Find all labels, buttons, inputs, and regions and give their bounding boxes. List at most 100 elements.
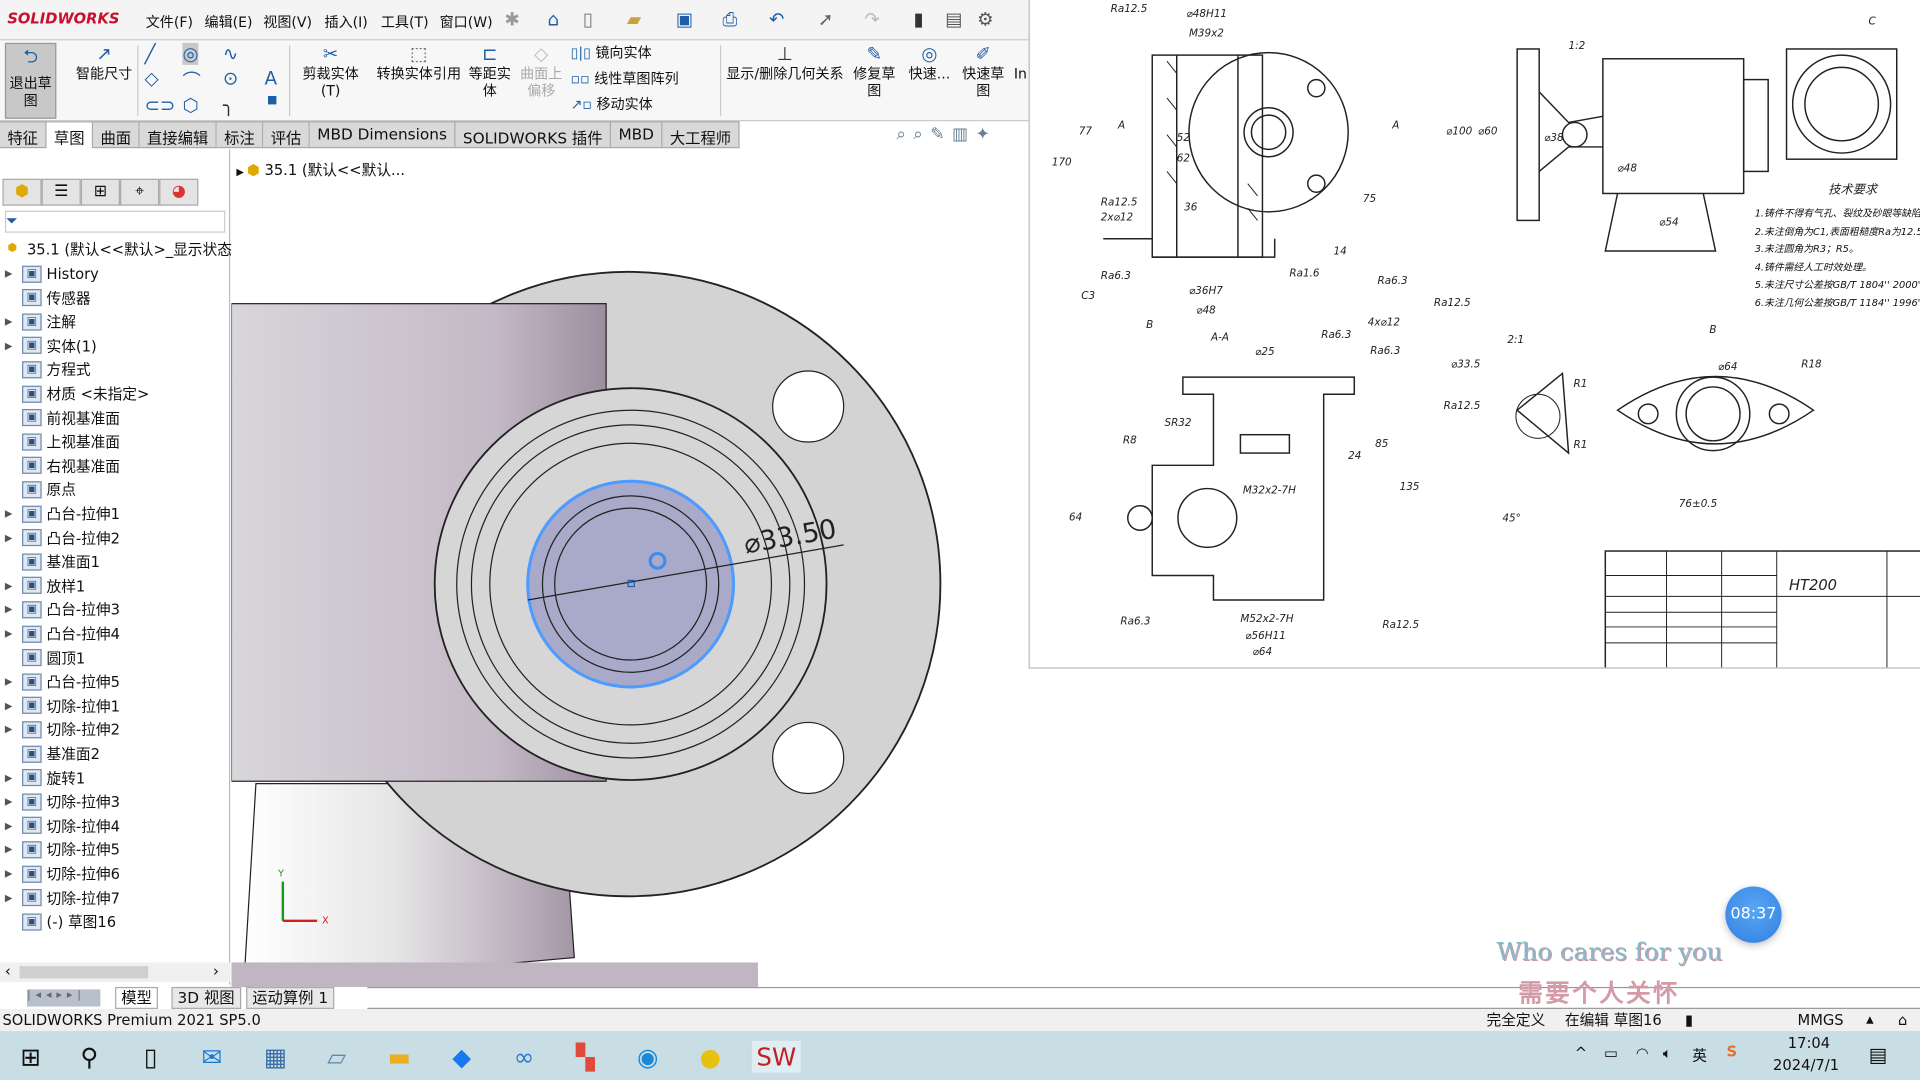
tab-9[interactable]: 大工程师	[662, 121, 740, 149]
linear-pattern-button[interactable]: ▫▫ 线性草图阵列	[571, 70, 679, 87]
section-view-icon[interactable]: ▥	[952, 125, 976, 145]
display-manager-tab[interactable]: ◕	[159, 178, 199, 206]
smart-dimension-button[interactable]: ↗ 智能尺寸	[73, 43, 134, 82]
qq-music-icon[interactable]: ●	[694, 1041, 726, 1073]
tags-icon[interactable]: ⌂	[1898, 1009, 1907, 1031]
expand-arrow-icon[interactable]: ▶	[5, 316, 22, 327]
expand-arrow-icon[interactable]: ▶	[5, 676, 22, 687]
tree-item[interactable]: ▶ ▣ 凸台-拉伸2	[5, 526, 120, 549]
trim-entities-button[interactable]: ✂ 剪裁实体(T)	[294, 43, 367, 99]
edge-icon[interactable]: ◉	[632, 1041, 664, 1073]
tab-4[interactable]: 标注	[216, 121, 264, 149]
tree-root[interactable]: ⬢ 35.1 (默认<<默认>_显示状态	[2, 238, 231, 261]
tree-item[interactable]: ▶ ▣ 切除-拉伸4	[5, 814, 120, 837]
tab-0[interactable]: 特征	[0, 121, 47, 149]
repair-sketch-button[interactable]: ✎ 修复草图	[850, 43, 899, 99]
convert-entities-button[interactable]: ⬚ 转换实体引用	[375, 43, 463, 82]
tab-2[interactable]: 曲面	[93, 121, 140, 149]
dimxpert-tab[interactable]: ⌖	[120, 178, 160, 206]
expand-arrow-icon[interactable]: ▶	[5, 268, 22, 279]
scroll-thumb[interactable]	[19, 966, 149, 979]
rectangle-icon[interactable]: ◇	[144, 67, 158, 89]
polygon-icon[interactable]: ⬡	[182, 94, 198, 116]
property-manager-tab[interactable]: ☰	[41, 178, 81, 206]
tab-3d-view[interactable]: 3D 视图	[171, 986, 241, 1009]
rapid-sketch-button[interactable]: ✐ 快速草图	[960, 43, 1007, 99]
menu-view[interactable]: 视图(V)	[263, 12, 312, 32]
selected-sketch-circle[interactable]	[526, 479, 736, 689]
menu-file[interactable]: 文件(F)	[146, 12, 193, 32]
line-icon[interactable]: ╱	[144, 43, 155, 65]
tree-item[interactable]: ▶ ▣ 凸台-拉伸5	[5, 670, 120, 693]
print-icon[interactable]: ⎙	[722, 9, 737, 31]
quick-snaps-button[interactable]: ◎ 快速...	[906, 43, 953, 82]
mirror-entities-button[interactable]: ▯|▯ 镜向实体	[571, 44, 652, 61]
tree-item[interactable]: ▣ 原点	[5, 478, 76, 501]
expand-arrow-icon[interactable]: ▶	[5, 724, 22, 735]
feature-manager-tab[interactable]: ⬢	[2, 178, 42, 206]
tree-item[interactable]: ▶ ▣ 旋转1	[5, 766, 85, 789]
exit-sketch-button[interactable]: ⮌ 退出草图	[4, 42, 57, 119]
tree-item[interactable]: ▶ ▣ 切除-拉伸6	[5, 862, 120, 885]
calculator-icon[interactable]: ▦	[260, 1041, 292, 1073]
rebuild-indicator-icon[interactable]: ▮	[1685, 1009, 1693, 1031]
tree-item[interactable]: ▣ 传感器	[5, 286, 91, 309]
open-icon[interactable]: ▰	[627, 9, 641, 31]
tree-item[interactable]: ▶ ▣ 切除-拉伸3	[5, 790, 120, 813]
tree-item[interactable]: ▣ 右视基准面	[5, 454, 120, 477]
expand-arrow-icon[interactable]: ▶	[5, 340, 22, 351]
tree-item[interactable]: ▣ 前视基准面	[5, 406, 120, 429]
scroll-left-icon[interactable]: ‹	[5, 962, 11, 979]
spline-icon[interactable]: ∿	[223, 43, 238, 65]
offset-entities-button[interactable]: ⊏ 等距实体	[468, 43, 512, 99]
baidu-netdisk-icon[interactable]: ∞	[508, 1041, 540, 1073]
expand-arrow-icon[interactable]: ▶	[5, 508, 22, 519]
tree-item[interactable]: ▣ 材质 <未指定>	[5, 382, 149, 405]
circle-icon[interactable]: ◎	[182, 42, 199, 65]
tree-item[interactable]: ▶ ▣ 实体(1)	[5, 334, 97, 357]
undo-icon[interactable]: ↶	[769, 9, 784, 31]
tab-motion-study[interactable]: 运动算例 1	[246, 986, 335, 1009]
expand-arrow-icon[interactable]: ▶	[5, 580, 22, 591]
configuration-manager-tab[interactable]: ⊞	[80, 178, 121, 206]
file-explorer-icon[interactable]: ▬	[383, 1041, 415, 1073]
wifi-icon[interactable]: ◠	[1636, 1044, 1649, 1061]
units-dropdown-icon[interactable]: ▲	[1866, 1009, 1874, 1031]
graphics-area[interactable]: Y X ⌀33.50 ▶ ⬢ 35.1 (默认<<默认...	[231, 149, 1029, 987]
solidworks-taskbar-icon[interactable]: SW	[751, 1040, 801, 1073]
ellipse-icon[interactable]: ⊙	[223, 67, 238, 89]
tree-item[interactable]: ▶ ▣ 注解	[5, 310, 76, 333]
pin-icon[interactable]: ✱	[504, 9, 519, 31]
traffic-light-icon[interactable]: ▮	[913, 9, 923, 31]
notepad-icon[interactable]: ▱	[321, 1041, 353, 1073]
home-icon[interactable]: ⌂	[547, 9, 559, 31]
tree-item[interactable]: ▣ 基准面2	[5, 742, 100, 765]
tab-7[interactable]: SOLIDWORKS 插件	[455, 121, 612, 149]
notifications-icon[interactable]: ▤	[1869, 1043, 1888, 1066]
tree-item[interactable]: ▶ ▣ 切除-拉伸2	[5, 718, 120, 741]
fillet-icon[interactable]: ╮	[223, 94, 234, 116]
menu-edit[interactable]: 编辑(E)	[204, 12, 252, 32]
view-orientation-icon[interactable]: ✦	[975, 125, 997, 145]
expand-arrow-icon[interactable]: ▶	[5, 628, 22, 639]
mail-icon[interactable]: ✉	[196, 1041, 228, 1073]
text-icon[interactable]: A	[264, 67, 277, 89]
tab-1[interactable]: 草图	[46, 121, 94, 149]
show-hidden-icons[interactable]: ^	[1575, 1044, 1587, 1061]
zoom-area-icon[interactable]: ⌕	[913, 125, 930, 145]
tree-item[interactable]: ▶ ▣ 切除-拉伸1	[5, 694, 120, 717]
clock-time[interactable]: 17:04	[1788, 1035, 1830, 1052]
clock-date[interactable]: 2024/7/1	[1773, 1057, 1839, 1074]
point-icon[interactable]: ■	[267, 94, 277, 106]
start-icon[interactable]: ⊞	[15, 1041, 47, 1073]
tree-item[interactable]: ▣ (-) 草图16	[5, 910, 116, 933]
tree-item[interactable]: ▶ ▣ 凸台-拉伸4	[5, 622, 120, 645]
ribbon-overflow[interactable]: In	[1014, 65, 1027, 82]
timer-bubble[interactable]: 08:37	[1725, 886, 1782, 943]
options-gear-icon[interactable]: ⚙	[977, 9, 993, 31]
tab-5[interactable]: 评估	[263, 121, 310, 149]
arc-icon[interactable]: ⌒	[182, 67, 200, 93]
tree-item[interactable]: ▣ 圆顶1	[5, 646, 85, 669]
offset-on-surface-button[interactable]: ◇ 曲面上偏移	[519, 43, 563, 99]
tree-item[interactable]: ▣ 基准面1	[5, 550, 100, 573]
